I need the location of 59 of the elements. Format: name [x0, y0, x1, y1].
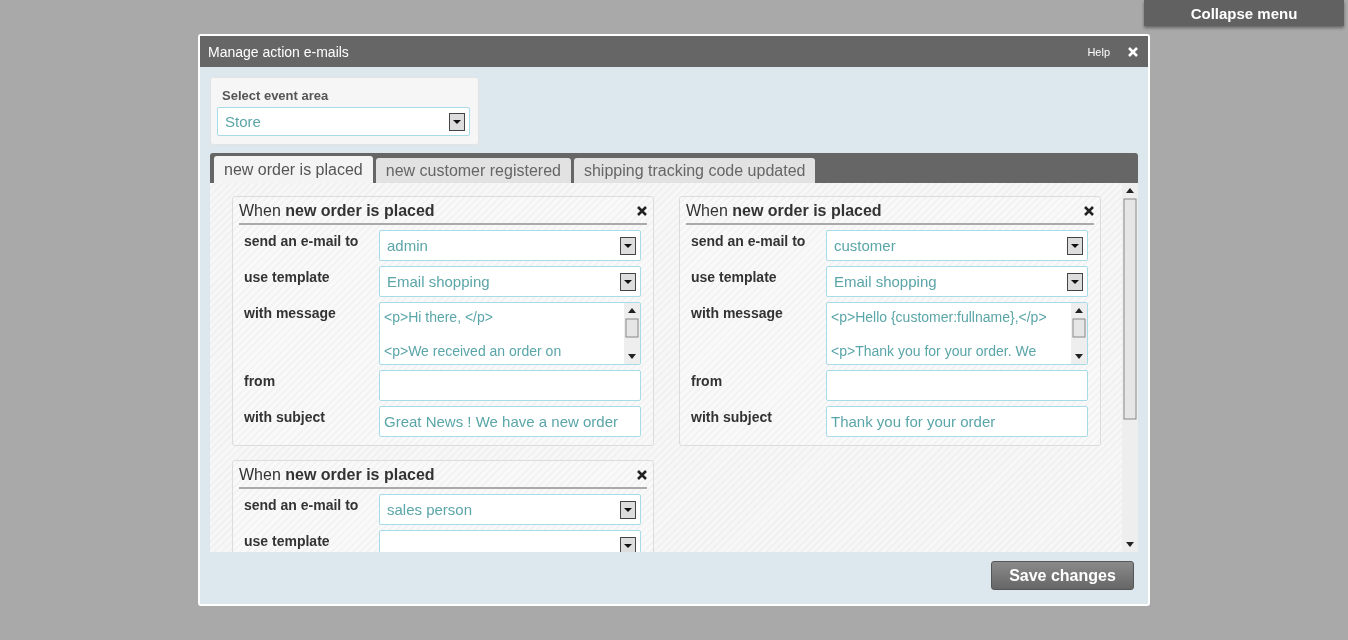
collapse-menu-button[interactable]: Collapse menu	[1144, 0, 1344, 26]
event-area-select[interactable]: Store	[217, 107, 470, 136]
event-area-label: Select event area	[221, 88, 330, 103]
card-title: When new order is placed	[239, 466, 435, 484]
field-label: with message	[243, 304, 337, 321]
select-value: Email shopping	[387, 273, 490, 290]
input-field[interactable]: Great News ! We have a new order	[379, 406, 641, 437]
field-label: with subject	[243, 408, 326, 425]
tab[interactable]: new customer registered	[375, 158, 571, 183]
input-field[interactable]	[826, 370, 1088, 401]
select-value: customer	[834, 237, 896, 254]
message-text-line: <p>Hello {customer:fullname},</p>	[831, 309, 1048, 326]
tab[interactable]: new order is placed	[214, 156, 373, 183]
field-label: with message	[690, 304, 784, 321]
scrollbar-drawing[interactable]	[1071, 303, 1087, 364]
select-field[interactable]: customer	[826, 230, 1088, 261]
scrollbar-drawing[interactable]	[624, 303, 640, 364]
card-title: When new order is placed	[686, 202, 882, 220]
select-value: Email shopping	[834, 273, 937, 290]
scrollbar-drawing[interactable]	[1122, 183, 1138, 552]
message-text-line: <p>Hi there, </p>	[384, 309, 494, 326]
input-field[interactable]: Thank you for your order	[826, 406, 1088, 437]
select-field[interactable]: Email shopping	[379, 266, 641, 297]
select-field[interactable]: sales person	[379, 494, 641, 525]
message-text-line: <p>We received an order on	[384, 343, 563, 360]
field-label: with subject	[690, 408, 773, 425]
field-label: send an e-mail to	[243, 496, 360, 513]
close-icon[interactable]	[637, 206, 647, 216]
dropdown-caret-icon[interactable]	[620, 272, 636, 291]
field-label: from	[243, 372, 277, 389]
select-value: sales person	[387, 501, 473, 518]
help-link[interactable]: Help	[1087, 45, 1110, 58]
dropdown-caret-icon[interactable]	[620, 536, 636, 552]
dropdown-caret-icon[interactable]	[449, 112, 465, 131]
message-textarea[interactable]: <p>Hello {customer:fullname},</p> <p>Thank you for your order. We	[826, 302, 1088, 365]
select-field[interactable]	[379, 530, 641, 552]
field-label: send an e-mail to	[243, 232, 360, 249]
dropdown-caret-icon[interactable]	[1067, 272, 1083, 291]
dropdown-caret-icon[interactable]	[620, 500, 636, 519]
dropdown-caret-icon[interactable]	[620, 236, 636, 255]
select-field[interactable]: Email shopping	[826, 266, 1088, 297]
field-label: send an e-mail to	[690, 232, 807, 249]
select-field[interactable]: admin	[379, 230, 641, 261]
close-icon[interactable]	[1084, 206, 1094, 216]
close-icon[interactable]	[637, 470, 647, 480]
message-text-line: <p>Thank you for your order. We	[831, 343, 1038, 360]
field-label: from	[690, 372, 724, 389]
field-label: use template	[690, 268, 778, 285]
dialog-title: Manage action e-mails	[208, 43, 350, 60]
message-textarea[interactable]: <p>Hi there, </p> <p>We received an order on	[379, 302, 641, 365]
select-value: admin	[387, 237, 428, 254]
input-field[interactable]	[379, 370, 641, 401]
save-changes-button[interactable]: Save changes	[991, 561, 1134, 590]
select-value: Store	[225, 113, 261, 130]
dropdown-caret-icon[interactable]	[1067, 236, 1083, 255]
tab[interactable]: shipping tracking code updated	[573, 158, 816, 183]
field-label: use template	[243, 532, 331, 549]
card-title: When new order is placed	[239, 202, 435, 220]
field-label: use template	[243, 268, 331, 285]
